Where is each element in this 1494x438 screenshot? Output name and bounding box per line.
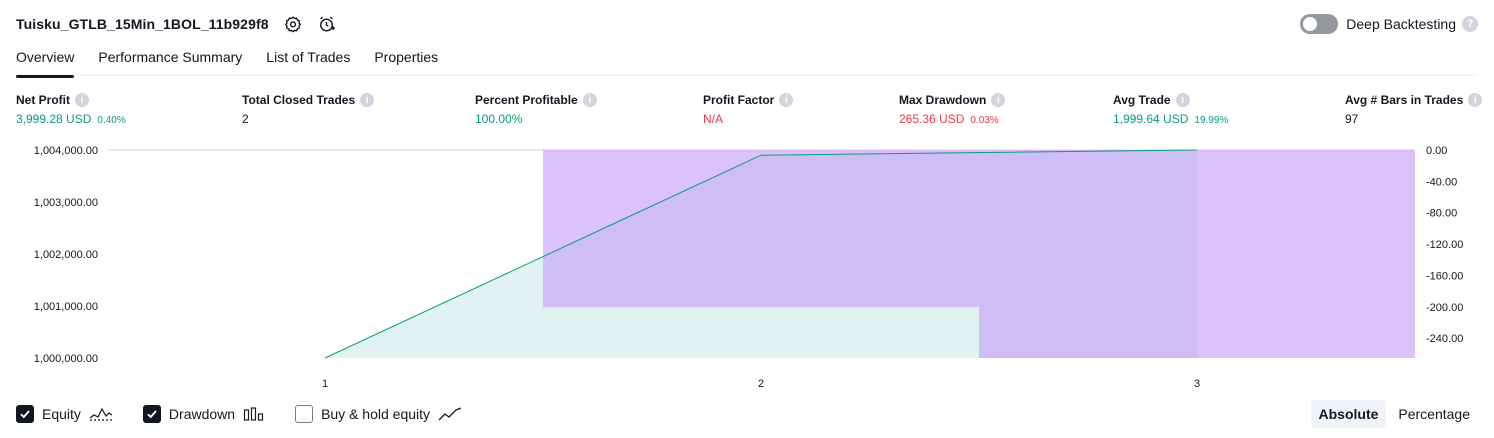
- metric-label: Percent Profitable: [475, 93, 578, 107]
- equity-drawdown-chart[interactable]: 1,004,000.00 1,003,000.00 1,002,000.00 1,00…: [0, 140, 1494, 395]
- metric-value: N/A: [703, 112, 724, 126]
- percentage-button[interactable]: Percentage: [1390, 400, 1478, 428]
- metric-percent: 19.99%: [1194, 115, 1229, 126]
- metrics-row: Net Profit i 3,999.28 USD 0.40% Total Clos…: [0, 93, 1494, 133]
- tab-properties[interactable]: Properties: [374, 44, 438, 76]
- metric-value: 3,999.28 USD: [16, 112, 92, 126]
- y-right-tick-label: -160.00: [1426, 270, 1463, 282]
- info-icon[interactable]: i: [779, 93, 794, 107]
- y-right-tick-label: -80.00: [1426, 208, 1457, 220]
- metric-label: Max Drawdown: [899, 93, 987, 107]
- metric-value: 97: [1345, 112, 1359, 126]
- deep-backtesting-label: Deep Backtesting: [1346, 16, 1456, 32]
- legend-label: Drawdown: [168, 406, 236, 422]
- info-icon[interactable]: i: [1468, 93, 1483, 107]
- report-tabs: Overview Performance Summary List of Tra…: [16, 44, 1478, 78]
- metric-avg-bars: Avg # Bars in Trades i 97: [1345, 93, 1483, 126]
- drawdown-bar-3: [979, 150, 1415, 358]
- y-right-tick-label: -200.00: [1426, 302, 1463, 314]
- drawdown-bars-icon: [243, 406, 265, 422]
- info-icon[interactable]: i: [360, 93, 375, 107]
- legend-label: Buy & hold equity: [321, 406, 431, 422]
- y-right-tick-label: -240.00: [1426, 333, 1463, 345]
- metric-label: Net Profit: [16, 93, 70, 107]
- metric-label: Profit Factor: [703, 93, 775, 107]
- metric-avg-trade: Avg Trade i 1,999.64 USD 19.99%: [1113, 93, 1228, 126]
- metric-label: Avg Trade: [1113, 93, 1171, 107]
- legend-drawdown[interactable]: Drawdown: [142, 405, 265, 423]
- metric-percent: 0.03%: [970, 115, 999, 126]
- y-right-tick-label: -40.00: [1426, 176, 1457, 188]
- tab-overview[interactable]: Overview: [16, 44, 75, 78]
- metric-percent: 0.40%: [97, 115, 126, 126]
- legend-buy-hold-equity[interactable]: Buy & hold equity: [295, 405, 462, 423]
- info-icon[interactable]: i: [1175, 93, 1190, 107]
- metric-label: Avg # Bars in Trades: [1345, 93, 1464, 107]
- strategy-header: Tuisku_GTLB_15Min_1BOL_11b929f8: [16, 12, 337, 36]
- deep-backtesting-control: Deep Backtesting ?: [1300, 12, 1478, 36]
- chart-legend: Equity Drawdown Buy & hold equity: [16, 400, 1478, 428]
- metric-profit-factor: Profit Factor i N/A: [703, 93, 794, 126]
- metric-value: 1,999.64 USD: [1113, 112, 1189, 126]
- strategy-title: Tuisku_GTLB_15Min_1BOL_11b929f8: [16, 16, 269, 32]
- y-left-tick-label: 1,000,000.00: [34, 353, 98, 365]
- toggle-knob: [1303, 17, 1318, 31]
- checkbox-icon[interactable]: [16, 405, 34, 423]
- checkbox-icon[interactable]: [142, 405, 161, 423]
- equity-line-icon: [89, 406, 113, 422]
- metric-value: 2: [242, 112, 249, 126]
- buy-hold-line-icon: [438, 406, 462, 422]
- info-icon[interactable]: i: [582, 93, 597, 107]
- checkbox-icon[interactable]: [295, 405, 314, 423]
- info-icon[interactable]: i: [991, 93, 1006, 107]
- y-left-tick-label: 1,003,000.00: [34, 197, 98, 209]
- metric-percent-profitable: Percent Profitable i 100.00%: [475, 93, 597, 126]
- y-left-tick-label: 1,001,000.00: [34, 301, 98, 313]
- y-right-tick-label: -120.00: [1426, 239, 1463, 251]
- y-left-tick-label: 1,004,000.00: [34, 145, 98, 157]
- absolute-button[interactable]: Absolute: [1310, 400, 1387, 428]
- y-left-tick-label: 1,002,000.00: [34, 249, 98, 261]
- display-mode-switch: Absolute Percentage: [1307, 400, 1479, 428]
- metric-total-closed-trades: Total Closed Trades i 2: [242, 93, 375, 126]
- tab-list-of-trades[interactable]: List of Trades: [266, 44, 350, 76]
- metric-max-drawdown: Max Drawdown i 265.36 USD 0.03%: [899, 93, 1006, 126]
- x-tick-label: 3: [1194, 378, 1200, 390]
- metric-net-profit: Net Profit i 3,999.28 USD 0.40%: [16, 93, 126, 126]
- tab-performance-summary[interactable]: Performance Summary: [98, 44, 242, 76]
- legend-equity[interactable]: Equity: [16, 405, 113, 423]
- drawdown-bar-2: [543, 150, 979, 308]
- help-icon[interactable]: ?: [1462, 16, 1478, 32]
- metric-value: 100.00%: [475, 112, 523, 126]
- metric-label: Total Closed Trades: [242, 93, 356, 107]
- x-tick-label: 2: [758, 378, 764, 390]
- y-right-tick-label: 0.00: [1426, 145, 1447, 157]
- settings-icon[interactable]: [283, 14, 303, 34]
- add-alert-icon[interactable]: [317, 14, 337, 34]
- x-tick-label: 1: [322, 378, 328, 390]
- info-icon[interactable]: i: [75, 93, 89, 107]
- legend-label: Equity: [42, 406, 81, 422]
- deep-backtesting-toggle[interactable]: [1300, 14, 1339, 34]
- metric-value: 265.36 USD: [899, 112, 965, 126]
